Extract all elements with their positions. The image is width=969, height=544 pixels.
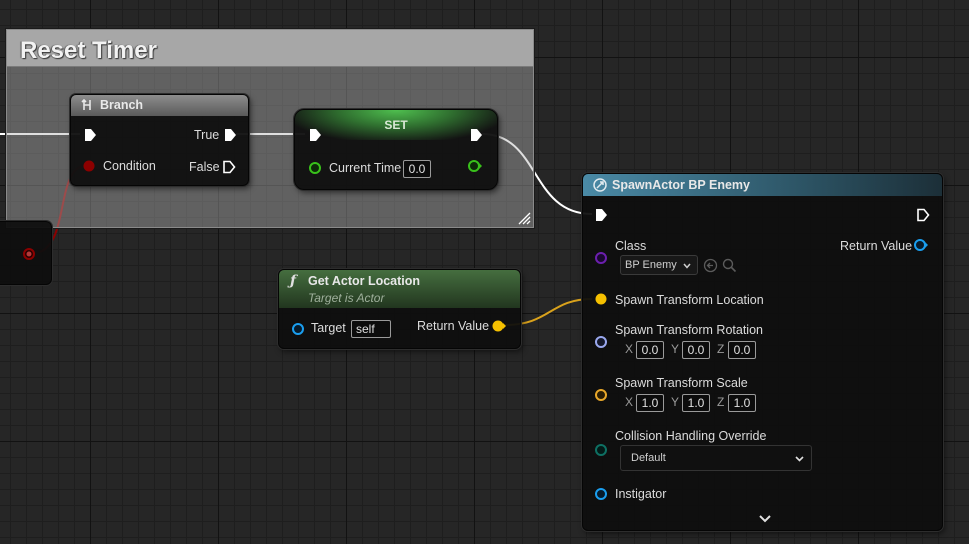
location-vector-pin[interactable]: [594, 292, 608, 306]
return-value-label: Return Value: [417, 319, 490, 333]
float-output-pin[interactable]: [467, 159, 483, 173]
exec-input-pin[interactable]: [594, 208, 608, 222]
scale-y-field[interactable]: 1.0: [682, 394, 710, 412]
class-label: Class: [615, 239, 647, 253]
return-value-label: Return Value: [840, 239, 913, 253]
false-pin-label: False: [189, 160, 220, 174]
comment-title: Reset Timer: [20, 37, 157, 64]
scale-y-axis-label: Y: [671, 395, 680, 409]
resize-grip-icon[interactable]: [517, 211, 531, 225]
exec-input-pin[interactable]: [308, 128, 322, 142]
rotation-y-axis-label: Y: [671, 342, 680, 356]
get-actor-location-title: Get Actor Location: [308, 274, 421, 288]
condition-pin[interactable]: [82, 159, 96, 173]
vector-output-pin[interactable]: [491, 319, 507, 333]
class-input-pin[interactable]: [594, 251, 608, 265]
get-actor-location-header[interactable]: ƒ Get Actor Location Target is Actor: [279, 270, 520, 308]
spawn-actor-node[interactable]: SpawnActor BP Enemy Class Return Value B…: [582, 173, 943, 531]
scale-vector-pin[interactable]: [594, 388, 608, 402]
expand-advanced-chevron-icon[interactable]: [758, 514, 772, 524]
branch-icon: [81, 98, 91, 110]
set-header[interactable]: SET: [295, 110, 497, 140]
chevron-down-icon: [683, 263, 691, 269]
rotation-x-axis-label: X: [625, 342, 634, 356]
rotation-x-field[interactable]: 0.0: [636, 341, 664, 359]
bool-output-pin[interactable]: [22, 247, 36, 261]
browse-search-icon[interactable]: [722, 258, 737, 273]
scale-z-field[interactable]: 1.0: [728, 394, 756, 412]
collision-handling-label: Collision Handling Override: [615, 429, 767, 443]
exec-false-pin[interactable]: [222, 160, 236, 174]
current-time-label: Current Time: [329, 161, 402, 175]
class-dropdown-value: BP Enemy: [625, 259, 677, 271]
use-selected-asset-icon[interactable]: [703, 258, 718, 273]
rotation-rotator-pin[interactable]: [594, 335, 608, 349]
instigator-label: Instigator: [615, 487, 667, 501]
spawn-scale-label: Spawn Transform Scale: [615, 376, 748, 390]
collision-handling-dropdown[interactable]: Default: [620, 445, 812, 471]
collision-enum-pin[interactable]: [594, 443, 608, 457]
offscreen-node[interactable]: [0, 221, 52, 285]
collision-handling-value: Default: [631, 452, 666, 464]
set-current-time-node[interactable]: SET Current Time 0.0: [294, 109, 498, 190]
chevron-down-icon: [795, 456, 804, 462]
exec-true-pin[interactable]: [223, 128, 237, 142]
exec-output-pin[interactable]: [916, 208, 930, 222]
get-actor-location-node[interactable]: ƒ Get Actor Location Target is Actor Tar…: [278, 269, 521, 349]
spawn-actor-title: SpawnActor BP Enemy: [612, 178, 751, 192]
branch-header[interactable]: Branch: [71, 95, 248, 116]
get-actor-location-subtitle: Target is Actor: [308, 291, 385, 305]
condition-label: Condition: [103, 159, 156, 173]
scale-x-axis-label: X: [625, 395, 634, 409]
current-time-value-field[interactable]: 0.0: [403, 160, 431, 178]
rotation-z-field[interactable]: 0.0: [728, 341, 756, 359]
true-pin-label: True: [194, 128, 220, 142]
spawn-actor-header[interactable]: SpawnActor BP Enemy: [583, 174, 942, 196]
function-icon: ƒ: [290, 273, 297, 289]
spawn-rotation-label: Spawn Transform Rotation: [615, 323, 763, 337]
instigator-object-pin[interactable]: [594, 487, 608, 501]
spawn-location-label: Spawn Transform Location: [615, 293, 764, 307]
target-label: Target: [311, 321, 346, 335]
branch-node[interactable]: Branch True Condition False: [70, 94, 249, 186]
set-title: SET: [384, 118, 408, 132]
rotation-z-axis-label: Z: [717, 342, 725, 356]
target-object-pin[interactable]: [291, 322, 305, 336]
branch-title: Branch: [100, 98, 144, 112]
float-input-pin[interactable]: [308, 161, 322, 175]
class-dropdown[interactable]: BP Enemy: [620, 255, 698, 275]
rotation-y-field[interactable]: 0.0: [682, 341, 710, 359]
exec-input-pin[interactable]: [83, 128, 97, 142]
scale-x-field[interactable]: 1.0: [636, 394, 664, 412]
target-self-field[interactable]: self: [351, 320, 391, 338]
spawn-actor-icon: [593, 178, 607, 192]
scale-z-axis-label: Z: [717, 395, 725, 409]
return-object-pin[interactable]: [913, 238, 929, 252]
exec-output-pin[interactable]: [469, 128, 483, 142]
